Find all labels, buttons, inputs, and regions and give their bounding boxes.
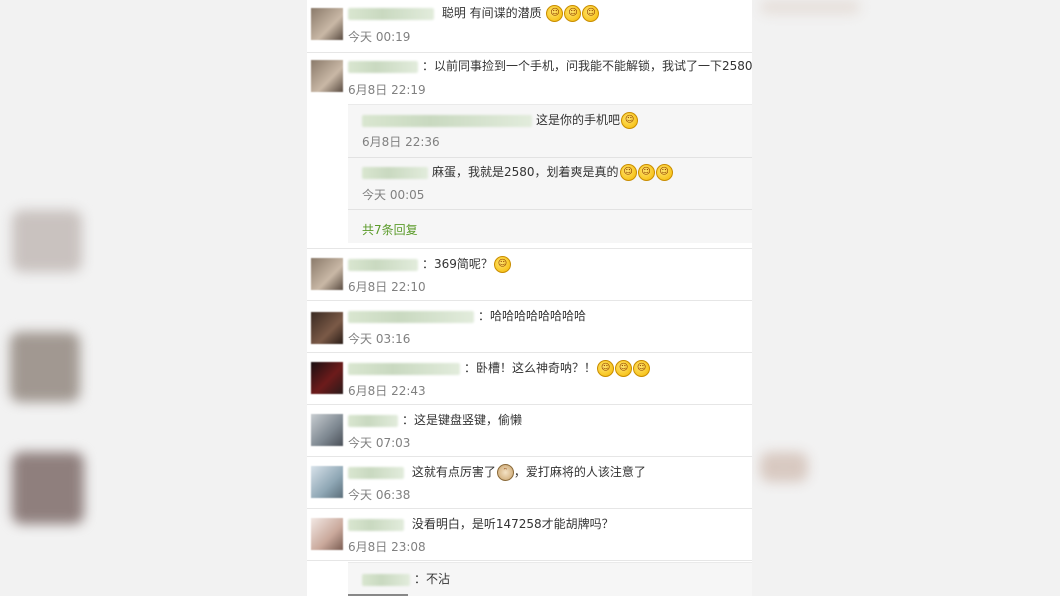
comment-item: 这就有点厉害了 ᵔ ，爱打麻将的人该注意了 今天 06:38 [307,456,752,509]
username[interactable] [348,7,434,20]
emoji-icon: ☺ [655,164,673,181]
avatar[interactable] [311,8,343,40]
comment-time: 今天 06:38 [348,488,411,502]
username[interactable] [348,60,418,73]
comment-item: ：以前同事捡到一个手机，问我能不能解锁，我试了一下2580， 6月8日 22:1… [307,52,752,249]
comment-line: 没看明白，是听147258才能胡牌吗？ [348,516,614,532]
comment-line: ：这是键盘竖键，偷懒 [348,412,522,428]
reply-text: 麻蛋，我就是2580，划着爽是真的 [432,165,619,179]
reply-line: ：不沾 [362,571,450,587]
avatar[interactable] [311,414,343,446]
comment-text: 369简呢？ [434,257,493,271]
comment-item: 没看明白，是听147258才能胡牌吗？ 6月8日 23:08 [307,508,752,561]
comment-line: ：以前同事捡到一个手机，问我能不能解锁，我试了一下2580， [348,58,752,74]
comment-time: 6月8日 22:19 [348,83,426,97]
reply-item: 这是你的手机吧 ☺ 6月8日 22:36 [348,105,752,158]
more-replies-link[interactable]: 共7条回复 [362,221,418,238]
emoji-icon: ☺ [619,164,637,181]
comment-item: ：卧槽！这么神奇呐？！ ☺ ☺ ☺ 6月8日 22:43 [307,352,752,405]
avatar[interactable] [311,258,343,290]
emoji-icon: ☺ [546,5,564,22]
avatar[interactable] [311,466,343,498]
username[interactable] [348,362,460,375]
comment-text: 以前同事捡到一个手机，问我能不能解锁，我试了一下2580， [434,59,752,73]
avatar[interactable] [311,312,343,344]
username[interactable] [362,114,532,127]
avatar[interactable] [311,60,343,92]
emoji-icon: ☺ [637,164,655,181]
reply-text: 不沾 [426,572,451,586]
username[interactable] [362,166,428,179]
reply-box: ：不沾 [348,562,752,596]
reply-box: 这是你的手机吧 ☺ 6月8日 22:36 麻蛋，我就是2580，划着爽是真的 ☺ ☺ ☺… [348,104,752,243]
username[interactable] [348,414,398,427]
comment-text: 这是键盘竖键，偷懒 [414,413,523,427]
background-blur-avatar-3 [12,452,84,524]
comment-line: 这就有点厉害了 ᵔ ，爱打麻将的人该注意了 [348,464,646,481]
comment-time: 今天 03:16 [348,332,411,346]
avatar[interactable] [311,518,343,550]
background-blur-avatar-1 [12,210,82,272]
reply-line: 麻蛋，我就是2580，划着爽是真的 ☺ ☺ ☺ [362,164,673,181]
comment-line: 聪明 有间谍的潜质 ☺ ☺ ☺ [348,5,600,22]
comment-item: ：这是键盘竖键，偷懒 今天 07:03 [307,404,752,457]
comment-time: 6月8日 22:43 [348,384,426,398]
background-blur-shape-1 [760,452,808,482]
username[interactable] [348,518,404,531]
comment-text: 没看明白，是听147258才能胡牌吗？ [411,517,614,531]
background-blur-shape-2 [760,0,860,14]
emoji-icon: ☺ [597,360,615,377]
reply-time: 今天 00:05 [362,188,425,202]
comment-panel: 聪明 有间谍的潜质 ☺ ☺ ☺ 今天 00:19 ：以前同事捡到一个手机，问我能不能… [307,0,752,596]
comment-time: 今天 07:03 [348,436,411,450]
comment-item: 聪明 有间谍的潜质 ☺ ☺ ☺ 今天 00:19 [307,0,752,53]
emoji-icon: ☺ [633,360,651,377]
comment-item: ：369简呢？ ☺ 6月8日 22:10 [307,248,752,301]
reply-line: 这是你的手机吧 ☺ [362,112,639,129]
emoji-icon: ☺ [582,5,600,22]
emoji-icon: ☺ [615,360,633,377]
comment-line: ：哈哈哈哈哈哈哈哈 [348,308,586,324]
comment-line: ：369简呢？ ☺ [348,256,511,273]
username[interactable] [348,258,418,271]
comment-time: 6月8日 22:10 [348,280,426,294]
comment-time: 今天 00:19 [348,30,411,44]
emoji-icon: ☺ [564,5,582,22]
comment-text-after: ，爱打麻将的人该注意了 [513,465,646,479]
comment-text: 这就有点厉害了 [411,465,496,479]
reply-text: 这是你的手机吧 [536,113,621,127]
username[interactable] [362,573,410,586]
comment-time: 6月8日 23:08 [348,540,426,554]
cat-emoji-icon: ᵔ [496,464,514,481]
emoji-icon: ☺ [621,112,639,129]
username[interactable] [348,310,474,323]
emoji-icon: ☺ [493,256,511,273]
reply-item: 麻蛋，我就是2580，划着爽是真的 ☺ ☺ ☺ 今天 00:05 [348,157,752,210]
avatar[interactable] [311,362,343,394]
comment-text: 聪明 有间谍的潜质 [441,6,542,20]
comment-item: ：哈哈哈哈哈哈哈哈 今天 03:16 [307,300,752,353]
background-blur-avatar-2 [10,332,80,402]
reply-time: 6月8日 22:36 [362,135,440,149]
comment-line: ：卧槽！这么神奇呐？！ ☺ ☺ ☺ [348,360,651,377]
username[interactable] [348,466,404,479]
comment-text: 哈哈哈哈哈哈哈哈 [490,309,587,323]
comment-text: 卧槽！这么神奇呐？！ [476,361,597,375]
